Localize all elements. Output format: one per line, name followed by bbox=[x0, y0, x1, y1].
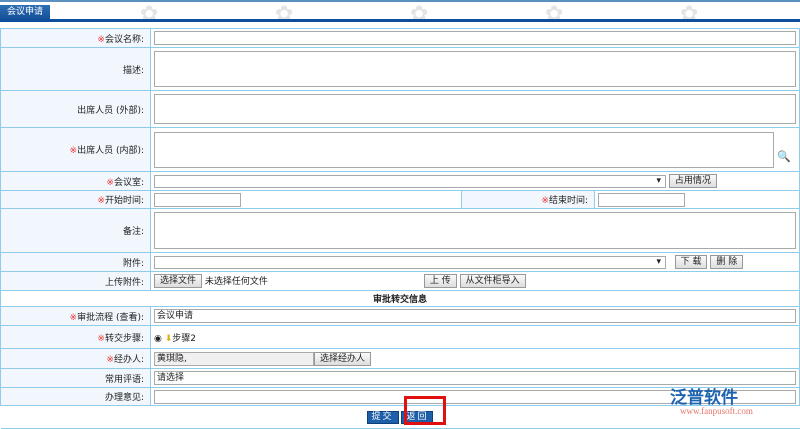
label-room: 会议室: bbox=[113, 177, 144, 188]
header-divider bbox=[0, 19, 800, 22]
delete-button[interactable]: 删 除 bbox=[710, 255, 744, 269]
internal-attendees-textarea[interactable] bbox=[154, 131, 774, 168]
flower-decoration-icon: ✿ bbox=[545, 2, 564, 27]
end-time-input[interactable] bbox=[598, 192, 685, 207]
label-flow: 审批流程 (查看): bbox=[77, 312, 144, 323]
download-button[interactable]: 下 载 bbox=[674, 255, 708, 269]
label-attach: 附件: bbox=[122, 258, 144, 269]
meeting-form: ※会议名称: 描述: 出席人员 (外部): ※出席人员 (内部): 🔍 ※会议室:… bbox=[0, 28, 800, 429]
external-attendees-textarea[interactable] bbox=[154, 94, 796, 124]
label-opinion: 办理意见: bbox=[104, 393, 144, 403]
label-start: 开始时间: bbox=[104, 196, 144, 206]
label-name: ※会议名称: bbox=[0, 28, 151, 48]
flower-decoration-icon: ✿ bbox=[275, 2, 294, 27]
remark-textarea[interactable] bbox=[154, 212, 796, 249]
search-person-icon[interactable]: 🔍 bbox=[777, 150, 791, 163]
approval-section-title: 审批转交信息 bbox=[0, 290, 800, 307]
step-value: 步骤2 bbox=[172, 333, 197, 344]
label-desc: 描述: bbox=[122, 65, 144, 76]
room-select[interactable] bbox=[154, 174, 666, 188]
label-handler: 经办人: bbox=[113, 355, 144, 365]
label-upload: 上传附件: bbox=[104, 277, 144, 288]
room-usage-button[interactable]: 占用情况 bbox=[668, 174, 717, 188]
label-external: 出席人员 (外部): bbox=[77, 105, 144, 116]
url-watermark: www.fanpusoft.com bbox=[680, 406, 753, 416]
description-textarea[interactable] bbox=[154, 51, 796, 87]
start-time-input[interactable] bbox=[154, 192, 241, 207]
brand-watermark: 泛普软件 bbox=[670, 388, 738, 408]
attachment-select[interactable] bbox=[154, 255, 666, 269]
tab-meeting-request[interactable]: 会议申请 bbox=[0, 5, 50, 19]
label-internal: 出席人员 (内部): bbox=[77, 146, 144, 156]
select-handler-button[interactable]: 选择经办人 bbox=[314, 351, 372, 366]
meeting-name-input[interactable] bbox=[154, 31, 796, 45]
submit-button[interactable]: 提交 bbox=[366, 410, 399, 424]
import-from-cabinet-button[interactable]: 从文件柜导入 bbox=[459, 274, 526, 289]
choose-file-button[interactable]: 选择文件 bbox=[154, 274, 203, 289]
label-end: 结束时间: bbox=[548, 196, 588, 206]
flower-decoration-icon: ✿ bbox=[680, 2, 699, 27]
label-comment: 常用评语: bbox=[104, 374, 144, 385]
highlight-box bbox=[404, 396, 446, 425]
no-file-text: 未选择任何文件 bbox=[204, 276, 268, 287]
upload-button[interactable]: 上 传 bbox=[423, 274, 457, 289]
label-step: 转交步骤: bbox=[104, 333, 144, 344]
handler-input[interactable]: 黄琪隐, bbox=[154, 351, 314, 366]
flower-decoration-icon: ✿ bbox=[140, 2, 159, 27]
step-radio[interactable]: ◉ bbox=[154, 334, 162, 344]
header-bar: ✿ ✿ ✿ ✿ ✿ 会议申请 bbox=[0, 0, 800, 28]
approval-flow-input[interactable]: 会议申请 bbox=[154, 309, 796, 323]
label-remark: 备注: bbox=[122, 227, 144, 237]
flower-decoration-icon: ✿ bbox=[410, 2, 429, 27]
